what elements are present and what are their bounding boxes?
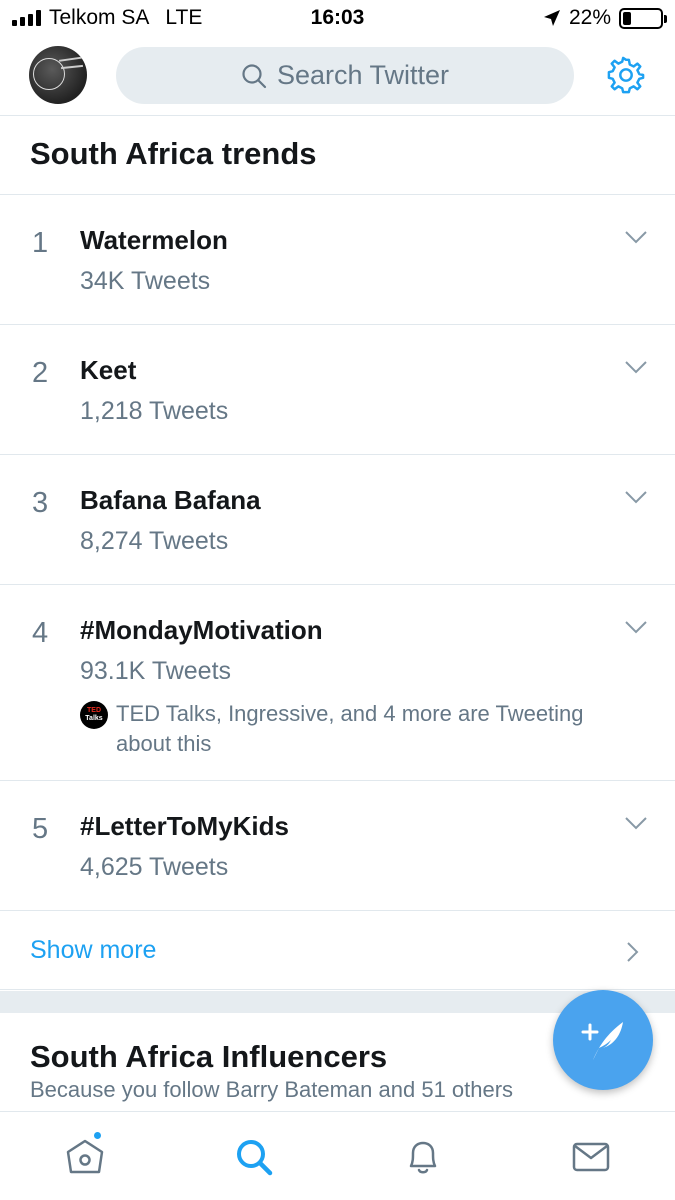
trend-rank: 4 bbox=[32, 617, 49, 649]
trend-item[interactable]: 2 Keet 1,218 Tweets bbox=[0, 325, 675, 455]
trend-tweet-count: 8,274 Tweets bbox=[80, 527, 229, 555]
trends-header: South Africa trends bbox=[0, 116, 675, 195]
trend-name: Keet bbox=[80, 355, 137, 385]
trend-item[interactable]: 3 Bafana Bafana 8,274 Tweets bbox=[0, 455, 675, 585]
location-arrow-icon bbox=[543, 10, 560, 26]
trend-rank: 2 bbox=[32, 357, 49, 389]
status-right: 22% bbox=[543, 6, 667, 30]
social-context-text: TED Talks, Ingressive, and 4 more are Tw… bbox=[116, 701, 584, 756]
page-title: South Africa trends bbox=[30, 136, 317, 171]
trend-rank: 3 bbox=[32, 487, 49, 519]
trend-name: #MondayMotivation bbox=[80, 615, 323, 645]
tab-search[interactable] bbox=[233, 1136, 275, 1178]
search-placeholder: Search Twitter bbox=[276, 60, 450, 90]
bell-icon bbox=[409, 1141, 437, 1174]
tab-home[interactable] bbox=[64, 1130, 106, 1178]
trend-rank: 1 bbox=[32, 227, 49, 259]
ted-talks-avatar: TED Talks bbox=[80, 701, 108, 729]
chevron-down-icon[interactable] bbox=[625, 817, 647, 831]
profile-avatar[interactable] bbox=[29, 46, 87, 104]
trend-tweet-count: 34K Tweets bbox=[80, 267, 211, 295]
top-header: Search Twitter bbox=[0, 38, 675, 116]
trend-name: #LetterToMyKids bbox=[80, 811, 289, 841]
show-more-label: Show more bbox=[30, 936, 157, 964]
chevron-down-icon[interactable] bbox=[625, 231, 647, 245]
trend-tweet-count: 93.1K Tweets bbox=[80, 657, 232, 685]
chevron-right-icon bbox=[627, 942, 639, 962]
influencers-title: South Africa Influencers bbox=[30, 1039, 388, 1074]
gear-icon[interactable] bbox=[607, 56, 645, 94]
battery-percent: 22% bbox=[568, 6, 611, 29]
trend-item[interactable]: 5 #LetterToMyKids 4,625 Tweets bbox=[0, 781, 675, 911]
battery-icon bbox=[619, 7, 667, 29]
home-icon bbox=[66, 1139, 104, 1174]
new-content-dot bbox=[92, 1130, 103, 1141]
trend-tweet-count: 4,625 Tweets bbox=[80, 853, 229, 881]
compose-tweet-button[interactable] bbox=[553, 990, 653, 1090]
trend-item[interactable]: 1 Watermelon 34K Tweets bbox=[0, 195, 675, 325]
trend-tweet-count: 1,218 Tweets bbox=[80, 397, 229, 425]
search-icon bbox=[242, 63, 267, 88]
show-more-link[interactable]: Show more bbox=[0, 912, 675, 990]
status-bar: Telkom SA LTE 16:03 22% bbox=[0, 0, 675, 38]
envelope-icon bbox=[572, 1142, 610, 1172]
influencers-subtitle: Because you follow Barry Bateman and 51 … bbox=[30, 1077, 514, 1102]
bottom-tab-bar bbox=[0, 1111, 675, 1200]
trend-rank: 5 bbox=[32, 813, 49, 845]
tab-messages[interactable] bbox=[570, 1136, 612, 1178]
chevron-down-icon[interactable] bbox=[625, 361, 647, 375]
search-tab-icon bbox=[237, 1140, 273, 1176]
compose-tweet-icon bbox=[581, 1022, 623, 1060]
trends-list: 1 Watermelon 34K Tweets 2 Keet 1,218 Twe… bbox=[0, 195, 675, 911]
search-input[interactable]: Search Twitter bbox=[116, 47, 574, 104]
chevron-down-icon[interactable] bbox=[625, 491, 647, 505]
trend-name: Watermelon bbox=[80, 225, 228, 255]
tab-notifications[interactable] bbox=[402, 1136, 444, 1178]
chevron-down-icon[interactable] bbox=[625, 621, 647, 635]
trend-item[interactable]: 4 #MondayMotivation 93.1K Tweets TED Talk… bbox=[0, 585, 675, 781]
trend-name: Bafana Bafana bbox=[80, 485, 261, 515]
